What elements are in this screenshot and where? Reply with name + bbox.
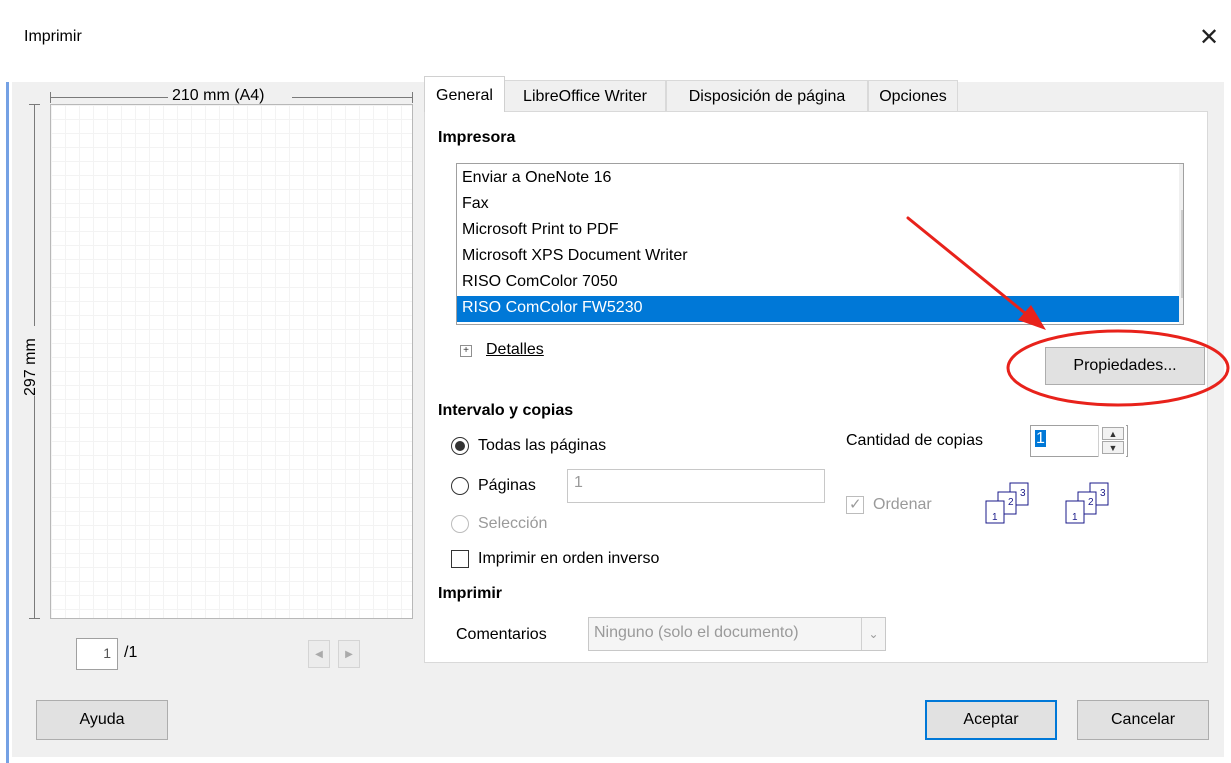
- copies-spinner[interactable]: ▲ ▼: [1098, 425, 1126, 457]
- printer-item-selected[interactable]: RISO ComColor FW5230: [457, 296, 1179, 322]
- tab-libreoffice-writer[interactable]: LibreOffice Writer: [504, 80, 666, 112]
- chevron-down-icon[interactable]: ⌄: [1179, 304, 1183, 324]
- preview-next-button[interactable]: ▶: [338, 640, 360, 668]
- copies-label: Cantidad de copias: [846, 432, 983, 449]
- details-label-text: Detalles: [486, 341, 544, 358]
- printer-list-scrollbar[interactable]: ⌃ ⌄: [1179, 164, 1183, 324]
- pages-radio[interactable]: [451, 477, 469, 495]
- spin-up-icon[interactable]: ▲: [1102, 427, 1124, 440]
- chevron-right-icon: ▶: [345, 648, 353, 660]
- spin-down-icon[interactable]: ▼: [1102, 441, 1124, 454]
- printer-section-title: Impresora: [438, 129, 516, 146]
- svg-text:3: 3: [1100, 488, 1106, 499]
- selection-label: Selección: [478, 515, 548, 532]
- tab-page-layout[interactable]: Disposición de página: [666, 80, 868, 112]
- width-dimension-tick: [412, 92, 413, 103]
- properties-button-label: Propiedades...: [1073, 357, 1177, 374]
- close-button[interactable]: ✕: [1190, 18, 1228, 56]
- svg-text:3: 3: [1020, 488, 1026, 499]
- svg-text:2: 2: [1088, 497, 1094, 508]
- height-dimension-tick: [29, 104, 40, 105]
- cancel-button[interactable]: Cancelar: [1077, 700, 1209, 740]
- svg-text:2: 2: [1008, 497, 1014, 508]
- printer-list[interactable]: Enviar a OneNote 16 Fax Microsoft Print …: [456, 163, 1184, 325]
- details-expander-label[interactable]: Detalles: [486, 341, 544, 359]
- collate-checkbox[interactable]: ✓: [846, 496, 864, 514]
- page-height-label: 297 mm: [22, 338, 39, 396]
- page-width-label: 210 mm (A4): [172, 87, 265, 104]
- svg-text:1: 1: [992, 512, 998, 523]
- expand-plus-icon[interactable]: +: [460, 345, 472, 357]
- height-dimension-tick: [29, 618, 40, 619]
- preview-page-total: /1: [124, 644, 138, 661]
- comments-label: Comentarios: [456, 626, 547, 643]
- preview-prev-button[interactable]: ◀: [308, 640, 330, 668]
- printer-item[interactable]: Microsoft Print to PDF: [457, 218, 1179, 244]
- collate-label: Ordenar: [873, 496, 932, 513]
- all-pages-radio[interactable]: [451, 437, 469, 455]
- reverse-order-checkbox[interactable]: [451, 550, 469, 568]
- chevron-up-icon[interactable]: ⌃: [1179, 166, 1183, 186]
- tab-options[interactable]: Opciones: [868, 80, 958, 112]
- comments-dropdown[interactable]: Ninguno (solo el documento) ⌄: [588, 617, 886, 651]
- ok-button-label: Aceptar: [963, 711, 1019, 728]
- help-button-label: Ayuda: [79, 711, 125, 728]
- preview-page-input[interactable]: 1: [76, 638, 118, 670]
- print-dialog: Imprimir ✕ 210 mm (A4) 297 mm 1 /1 ◀ ▶ G…: [0, 0, 1231, 763]
- cancel-button-label: Cancelar: [1110, 711, 1176, 728]
- printer-item[interactable]: RISO ComColor 7050: [457, 270, 1179, 296]
- pages-input[interactable]: 1: [567, 469, 825, 503]
- printer-item[interactable]: Microsoft XPS Document Writer: [457, 244, 1179, 270]
- check-icon: ✓: [849, 496, 862, 513]
- ok-button[interactable]: Aceptar: [925, 700, 1057, 740]
- tab-general[interactable]: General: [424, 76, 505, 112]
- reverse-order-label[interactable]: Imprimir en orden inverso: [478, 550, 659, 568]
- print-section-title: Imprimir: [438, 585, 503, 602]
- range-section-title: Intervalo y copias: [438, 402, 574, 419]
- page-preview: [50, 104, 413, 619]
- scrollbar-thumb[interactable]: [1181, 210, 1183, 298]
- printer-item[interactable]: Fax: [457, 192, 1179, 218]
- close-icon: ✕: [1198, 23, 1220, 51]
- window-title: Imprimir: [24, 28, 82, 45]
- help-button[interactable]: Ayuda: [36, 700, 168, 740]
- window-edge: [6, 0, 9, 763]
- all-pages-label[interactable]: Todas las páginas: [478, 437, 606, 455]
- pages-label[interactable]: Páginas: [478, 477, 536, 495]
- collate-off-icon: 3 2 1: [1065, 482, 1109, 524]
- width-dimension-tick: [50, 92, 51, 103]
- properties-button[interactable]: Propiedades...: [1045, 347, 1205, 385]
- width-dimension-line: [50, 97, 168, 98]
- copies-value: 1: [1035, 430, 1046, 447]
- height-dimension-line: [34, 104, 35, 326]
- svg-text:1: 1: [1072, 512, 1078, 523]
- chevron-down-icon[interactable]: ⌄: [861, 618, 885, 650]
- width-dimension-line: [292, 97, 412, 98]
- chevron-left-icon: ◀: [315, 648, 323, 660]
- height-dimension-line: [34, 396, 35, 618]
- selection-radio[interactable]: [451, 515, 469, 533]
- title-bar: Imprimir ✕: [0, 0, 1231, 82]
- printer-item[interactable]: Enviar a OneNote 16: [457, 166, 1179, 192]
- comments-value: Ninguno (solo el documento): [594, 624, 799, 641]
- collate-on-icon: 3 2 1: [985, 482, 1029, 524]
